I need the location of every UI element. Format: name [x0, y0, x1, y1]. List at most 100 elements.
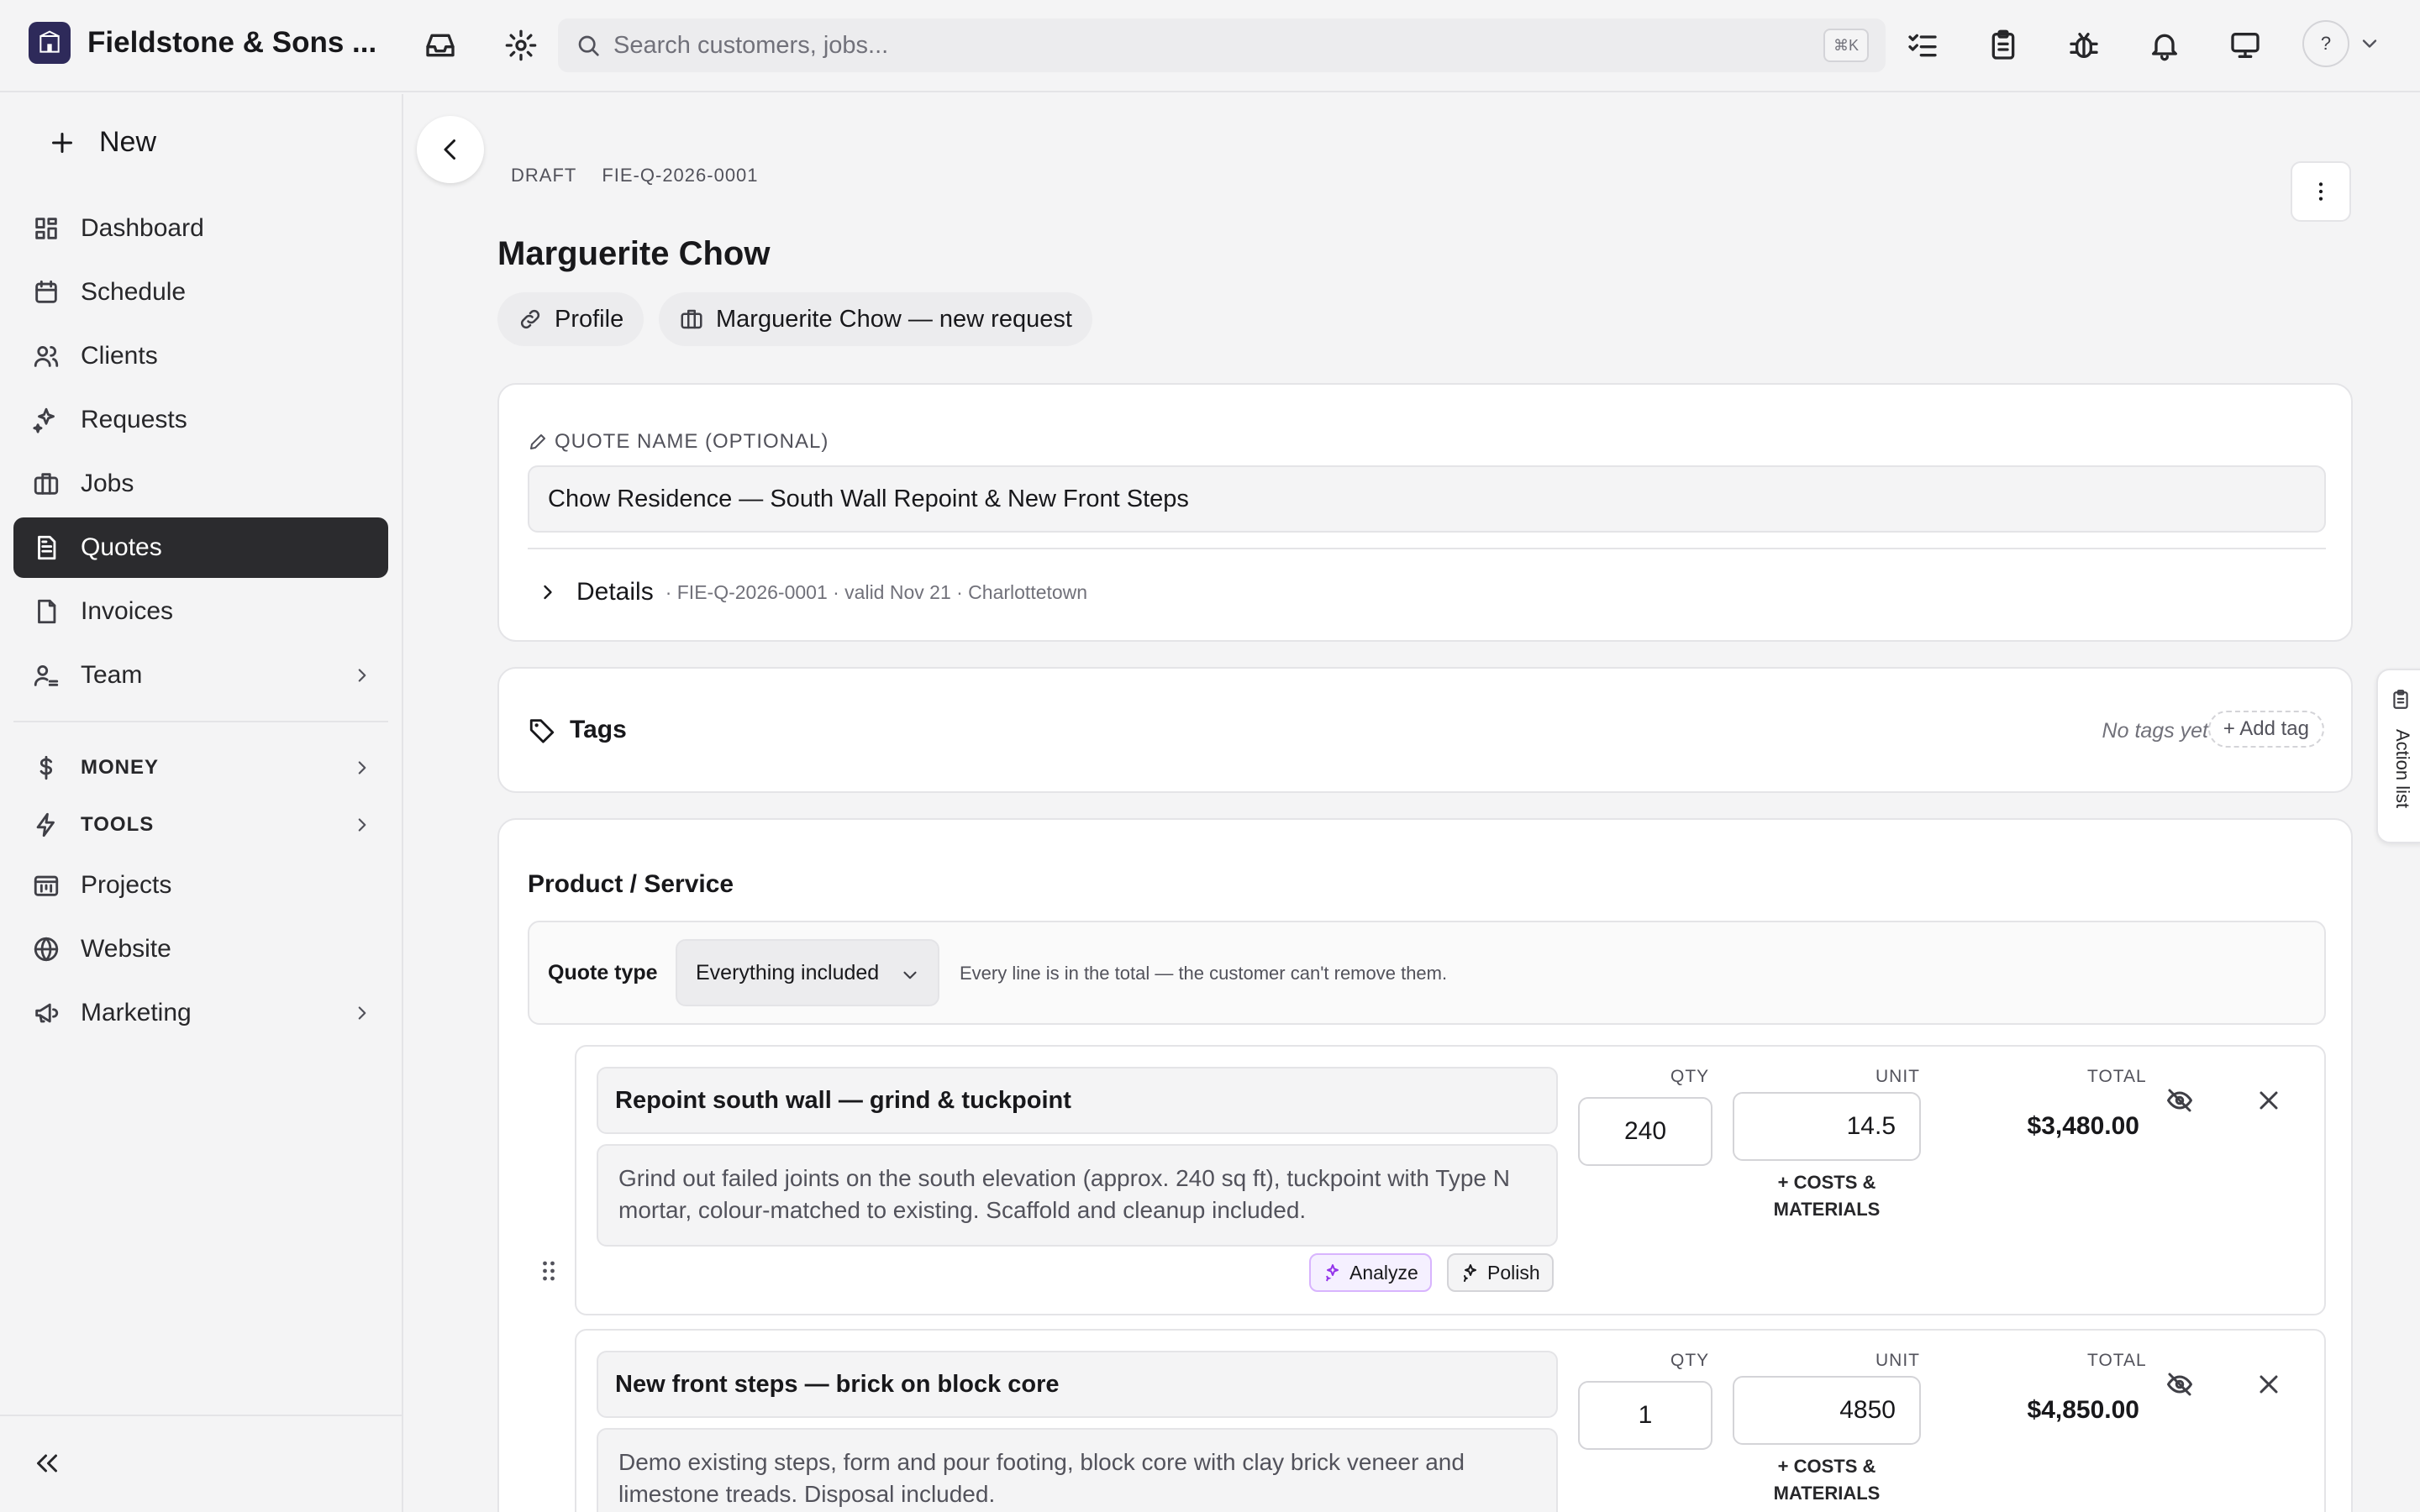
search-shortcut-badge: ⌘K	[1823, 29, 1869, 62]
action-list-label: Action list	[2392, 729, 2413, 809]
qty-input[interactable]: 1	[1578, 1381, 1712, 1450]
request-chip-label: Marguerite Chow — new request	[716, 305, 1072, 333]
dollar-icon	[32, 753, 60, 782]
help-avatar-button[interactable]: ?	[2302, 20, 2349, 67]
chevron-right-icon	[536, 580, 560, 604]
megaphone-icon	[32, 999, 60, 1027]
document-icon	[32, 533, 60, 562]
sidebar-item-quotes[interactable]: Quotes	[13, 517, 388, 578]
quote-name-field[interactable]	[528, 465, 2326, 533]
unit-price-input[interactable]: 4850	[1733, 1376, 1921, 1445]
request-chip[interactable]: Marguerite Chow — new request	[659, 292, 1092, 346]
chevron-right-icon	[351, 757, 373, 779]
unit-header: UNIT	[1876, 1351, 1920, 1370]
quote-number: FIE-Q-2026-0001	[602, 165, 759, 186]
quote-type-help: Every line is in the total — the custome…	[960, 963, 1448, 984]
action-list-tab[interactable]: Action list	[2376, 669, 2420, 843]
back-button[interactable]	[417, 116, 484, 183]
eye-off-icon[interactable]	[2165, 1369, 2195, 1399]
tags-title: Tags	[528, 716, 627, 744]
inbox-icon[interactable]	[417, 22, 464, 69]
unit-price-input[interactable]: 14.5	[1733, 1092, 1921, 1161]
costs-materials-button[interactable]: + COSTS & MATERIALS	[1733, 1169, 1921, 1223]
section-title: Product / Service	[528, 870, 734, 898]
quote-type-box: Quote type Everything included Every lin…	[528, 921, 2326, 1025]
details-label: Details	[576, 578, 654, 606]
sidebar: New Dashboard Schedule Clients Requests …	[0, 94, 403, 1512]
collapse-sidebar-icon[interactable]	[32, 1448, 62, 1478]
status-badge: DRAFT	[511, 165, 577, 186]
bug-icon[interactable]	[2060, 22, 2107, 69]
quote-name-label: QUOTE NAME (OPTIONAL)	[528, 430, 829, 454]
sidebar-item-dashboard[interactable]: Dashboard	[13, 198, 388, 259]
quote-type-label: Quote type	[548, 961, 658, 984]
add-tag-button[interactable]: + Add tag	[2207, 711, 2324, 748]
sidebar-item-label: Clients	[81, 342, 158, 370]
sidebar-item-label: Marketing	[81, 999, 192, 1026]
eye-off-icon[interactable]	[2165, 1085, 2195, 1116]
bell-icon[interactable]	[2141, 22, 2188, 69]
quote-type-select[interactable]: Everything included	[676, 939, 939, 1006]
sidebar-divider	[0, 1415, 402, 1416]
sidebar-item-label: Requests	[81, 406, 187, 433]
plus-icon	[47, 128, 77, 158]
details-toggle[interactable]: Details · FIE-Q-2026-0001 · valid Nov 21…	[536, 578, 1087, 606]
chevron-right-icon	[351, 1002, 373, 1024]
search-input[interactable]	[613, 31, 1706, 60]
top-bar: Fieldstone & Sons ... ⌘K ?	[0, 0, 2420, 92]
sidebar-item-requests[interactable]: Requests	[13, 390, 388, 450]
drag-handle-icon[interactable]	[538, 1258, 560, 1284]
company-name: Fieldstone & Sons ...	[87, 26, 377, 59]
line-item-name-field[interactable]: New front steps — brick on block core	[597, 1351, 1558, 1418]
polish-button[interactable]: Polish	[1447, 1253, 1554, 1292]
line-total: $4,850.00	[2027, 1396, 2139, 1424]
costs-materials-button[interactable]: + COSTS & MATERIALS	[1733, 1453, 1921, 1507]
new-button-label: New	[99, 126, 157, 158]
more-options-button[interactable]	[2291, 161, 2351, 222]
new-button[interactable]: New	[47, 126, 156, 159]
quote-name-card: QUOTE NAME (OPTIONAL) Details · FIE-Q-20…	[497, 383, 2353, 642]
close-icon[interactable]	[2254, 1085, 2284, 1116]
checklist-icon[interactable]	[1899, 22, 1946, 69]
profile-chip[interactable]: Profile	[497, 292, 644, 346]
sidebar-item-team[interactable]: Team	[13, 645, 388, 706]
search-bar[interactable]: ⌘K	[558, 18, 1886, 72]
sidebar-section-money[interactable]: MONEY	[13, 738, 388, 798]
sidebar-item-label: Website	[81, 935, 171, 963]
team-icon	[32, 661, 60, 690]
quote-status-row: DRAFT FIE-Q-2026-0001	[511, 165, 759, 186]
sidebar-section-tools[interactable]: TOOLS	[13, 795, 388, 855]
qty-input[interactable]: 240	[1578, 1097, 1712, 1166]
sidebar-item-schedule[interactable]: Schedule	[13, 262, 388, 323]
sidebar-item-marketing[interactable]: Marketing	[13, 983, 388, 1043]
monitor-icon[interactable]	[2222, 22, 2269, 69]
brand[interactable]: Fieldstone & Sons ...	[29, 22, 376, 64]
close-icon[interactable]	[2254, 1369, 2284, 1399]
briefcase-icon	[32, 470, 60, 498]
search-icon	[575, 32, 602, 59]
gear-icon[interactable]	[497, 22, 544, 69]
calendar-icon	[32, 278, 60, 307]
tag-icon	[529, 719, 555, 743]
sidebar-item-website[interactable]: Website	[13, 919, 388, 979]
projects-icon	[32, 871, 60, 900]
line-item-name-field[interactable]: Repoint south wall — grind & tuckpoint	[597, 1067, 1558, 1134]
sidebar-item-label: Projects	[81, 871, 172, 899]
line-item-description-field[interactable]: Demo existing steps, form and pour footi…	[597, 1428, 1558, 1512]
sidebar-item-invoices[interactable]: Invoices	[13, 581, 388, 642]
chevron-down-icon[interactable]	[2358, 32, 2381, 55]
sidebar-item-clients[interactable]: Clients	[13, 326, 388, 386]
sparkles-icon	[32, 406, 60, 434]
product-service-card: Product / Service Quote type Everything …	[497, 818, 2353, 1512]
total-header: TOTAL	[2087, 1067, 2147, 1086]
line-item: New front steps — brick on block core De…	[575, 1329, 2326, 1512]
tags-card: Tags No tags yet + Add tag	[497, 667, 2353, 793]
profile-chip-label: Profile	[555, 305, 624, 333]
card-divider	[528, 548, 2326, 549]
sidebar-item-jobs[interactable]: Jobs	[13, 454, 388, 514]
clipboard-icon[interactable]	[1980, 22, 2027, 69]
page-title: Marguerite Chow	[497, 235, 771, 272]
line-item-description-field[interactable]: Grind out failed joints on the south ele…	[597, 1144, 1558, 1247]
sidebar-item-projects[interactable]: Projects	[13, 855, 388, 916]
analyze-button[interactable]: Analyze	[1309, 1253, 1432, 1292]
